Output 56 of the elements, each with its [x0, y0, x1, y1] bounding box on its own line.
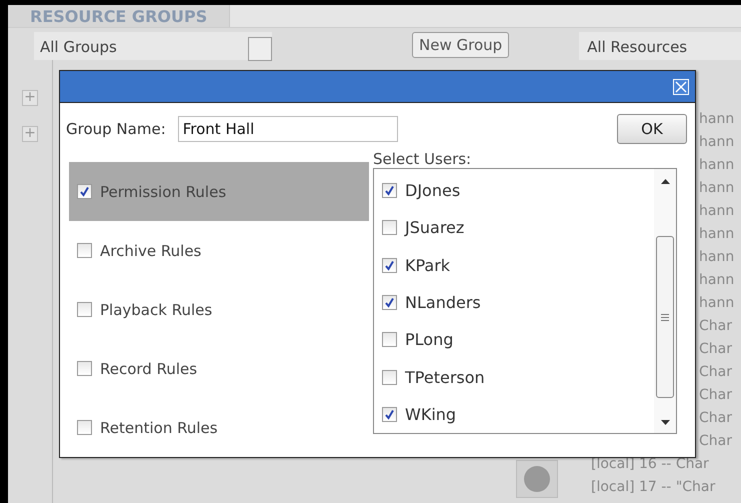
resource-dropdown[interactable]: All Resources — [579, 32, 741, 60]
select-users-label: Select Users: — [373, 150, 472, 168]
checkbox[interactable] — [382, 183, 397, 198]
resource-row[interactable]: Char — [699, 411, 732, 426]
checkbox[interactable] — [77, 184, 92, 199]
resource-row[interactable]: hann — [699, 204, 734, 219]
resource-row[interactable]: hann — [699, 250, 734, 265]
checkbox[interactable] — [77, 243, 92, 258]
rule-item[interactable]: Permission Rules — [69, 162, 369, 221]
new-group-button[interactable]: New Group — [412, 32, 510, 58]
user-name[interactable]: PLong — [405, 330, 454, 350]
resource-row[interactable]: [local] 16 -- Char — [591, 457, 709, 472]
resource-row[interactable]: hann — [699, 273, 734, 288]
checkbox[interactable] — [382, 258, 397, 273]
resource-row[interactable]: [local] 17 -- "Char — [591, 480, 716, 495]
user-name[interactable]: DJones — [405, 181, 460, 200]
group-name-field[interactable]: Front Hall — [178, 116, 398, 142]
expand-button[interactable]: + — [22, 126, 38, 142]
resource-row[interactable]: Char — [699, 434, 732, 449]
resource-row[interactable]: hann — [699, 296, 734, 311]
rule-item[interactable]: Playback Rules — [69, 280, 369, 339]
checkbox[interactable] — [77, 420, 92, 435]
resource-row[interactable]: Char — [699, 319, 732, 334]
checkbox[interactable] — [77, 361, 92, 376]
scroll-up-icon[interactable] — [660, 179, 670, 184]
rule-item[interactable]: Retention Rules — [69, 398, 369, 457]
checkbox[interactable] — [382, 332, 397, 348]
resource-row[interactable]: Char — [699, 342, 732, 357]
resource-row[interactable]: hann — [699, 158, 734, 173]
checkbox[interactable] — [382, 406, 397, 422]
user-name[interactable]: NLanders — [405, 292, 481, 312]
scroll-down-icon[interactable] — [660, 420, 670, 425]
rule-item[interactable]: Record Rules — [69, 339, 369, 398]
group-name-label: Group Name: — [66, 120, 166, 138]
resource-row[interactable]: hann — [699, 181, 734, 196]
group-dropdown[interactable]: All Groups — [34, 32, 272, 60]
user-name[interactable]: JSuarez — [405, 218, 464, 238]
close-icon[interactable] — [673, 78, 689, 95]
scroll-thumb[interactable] — [656, 236, 674, 398]
checkbox[interactable] — [77, 302, 92, 317]
resource-row[interactable]: Char — [699, 365, 732, 380]
scrollbar[interactable] — [654, 169, 676, 433]
resource-row[interactable]: hann — [699, 135, 734, 150]
checkbox[interactable] — [382, 294, 397, 310]
user-name[interactable]: TPeterson — [405, 368, 485, 387]
rule-item[interactable]: Archive Rules — [69, 221, 369, 280]
checkbox[interactable] — [382, 220, 397, 236]
resource-groups-tab[interactable]: RESOURCE GROUPS — [8, 5, 230, 27]
ok-button[interactable]: OK — [617, 114, 687, 144]
user-name[interactable]: KPark — [405, 256, 450, 275]
resource-row[interactable]: hann — [699, 227, 734, 242]
expand-button[interactable]: + — [22, 90, 38, 106]
resource-row[interactable]: Char — [699, 388, 732, 403]
user-name[interactable]: WKing — [405, 404, 456, 424]
checkbox[interactable] — [382, 370, 397, 385]
resource-row[interactable]: hann — [699, 112, 734, 127]
